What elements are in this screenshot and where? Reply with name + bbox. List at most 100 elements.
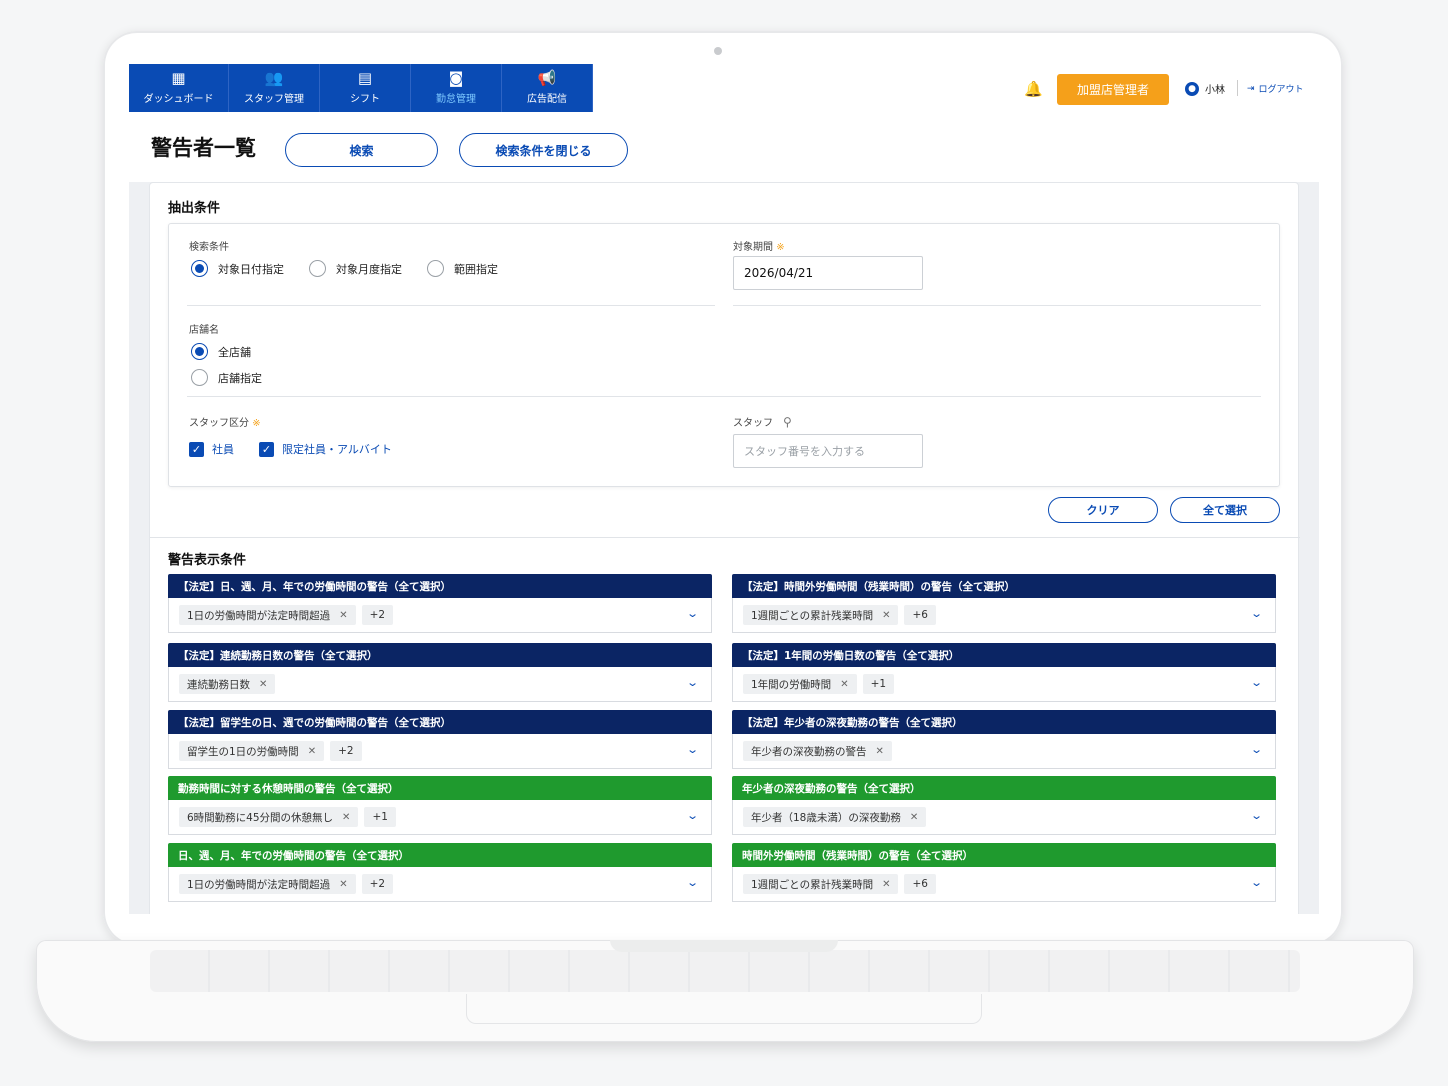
store-label: 店舗名	[189, 325, 219, 336]
chevron-down-icon[interactable]: ⌄	[686, 809, 699, 822]
radio-specific-store[interactable]: 店舗指定	[191, 369, 262, 386]
user-menu[interactable]: ● 小林	[1185, 81, 1225, 96]
remove-chip-icon[interactable]: ✕	[876, 746, 884, 757]
warning-card-header[interactable]: 時間外労働時間（残業時間）の警告（全て選択）	[732, 843, 1276, 867]
warning-select[interactable]: 1日の労働時間が法定時間超過 ✕ +2 ⌄	[168, 867, 712, 902]
radio-all-stores[interactable]: 全店舗	[191, 343, 251, 360]
chip-label: 年少者（18歳未満）の深夜勤務	[751, 811, 901, 824]
warning-card-header[interactable]: 【法定】時間外労働時間（残業時間）の警告（全て選択）	[732, 574, 1276, 598]
user-icon: ●	[1185, 81, 1199, 96]
top-bar: ▦ ダッシュボード 👥 スタッフ管理 ▤ シフト ◙ 勤怠管理 📢 広告配信 🔔…	[129, 64, 1319, 112]
radio-button[interactable]	[427, 260, 444, 277]
warning-card-header[interactable]: 勤務時間に対する休憩時間の警告（全て選択）	[168, 776, 712, 800]
dashboard-icon: ▦	[171, 69, 186, 87]
warning-select[interactable]: 年少者の深夜勤務の警告 ✕ ⌄	[732, 734, 1276, 769]
chevron-down-icon[interactable]: ⌄	[686, 743, 699, 756]
warning-select[interactable]: 1週間ごとの累計残業時間 ✕ +6 ⌄	[732, 598, 1276, 633]
warning-select[interactable]: 1日の労働時間が法定時間超過 ✕ +2 ⌄	[168, 598, 712, 633]
role-button[interactable]: 加盟店管理者	[1057, 74, 1169, 105]
warning-card: 日、週、月、年での労働時間の警告（全て選択） 1日の労働時間が法定時間超過 ✕ +…	[168, 843, 712, 902]
warning-card: 【法定】1年間の労働日数の警告（全て選択） 1年間の労働時間 ✕ +1 ⌄	[732, 643, 1276, 702]
clear-button[interactable]: クリア	[1048, 497, 1158, 523]
logout-label: ログアウト	[1258, 85, 1304, 95]
remove-chip-icon[interactable]: ✕	[882, 879, 890, 890]
nav-item-label: スタッフ管理	[244, 94, 304, 105]
warning-card-header[interactable]: 【法定】年少者の深夜勤務の警告（全て選択）	[732, 710, 1276, 734]
chevron-down-icon[interactable]: ⌄	[1250, 809, 1263, 822]
more-count-chip: +2	[361, 605, 394, 625]
required-mark: ※	[252, 418, 261, 429]
warning-select[interactable]: 1週間ごとの累計残業時間 ✕ +6 ⌄	[732, 867, 1276, 902]
warning-card-header[interactable]: 【法定】1年間の労働日数の警告（全て選択）	[732, 643, 1276, 667]
chevron-down-icon[interactable]: ⌄	[1250, 743, 1263, 756]
remove-chip-icon[interactable]: ✕	[840, 679, 848, 690]
divider	[1237, 80, 1238, 96]
chevron-down-icon[interactable]: ⌄	[1250, 607, 1263, 620]
remove-chip-icon[interactable]: ✕	[882, 610, 890, 621]
nav-item-shift[interactable]: ▤ シフト	[320, 64, 411, 112]
chevron-down-icon[interactable]: ⌄	[1250, 676, 1263, 689]
divider	[150, 537, 1300, 538]
radio-month[interactable]: 対象月度指定	[309, 260, 402, 277]
warning-select[interactable]: 連続勤務日数 ✕ ⌄	[168, 667, 712, 702]
staff-label-text: スタッフ	[733, 418, 773, 429]
radio-date[interactable]: 対象日付指定	[191, 260, 284, 277]
warning-select[interactable]: 6時間勤務に45分間の休憩無し ✕ +1 ⌄	[168, 800, 712, 835]
warning-card-header[interactable]: 【法定】日、週、月、年での労働時間の警告（全て選択）	[168, 574, 712, 598]
warning-card: 【法定】時間外労働時間（残業時間）の警告（全て選択） 1週間ごとの累計残業時間 ✕…	[732, 574, 1276, 633]
radio-button[interactable]	[191, 260, 208, 277]
checkbox-checked-icon[interactable]: ✓	[189, 441, 204, 457]
chevron-down-icon[interactable]: ⌄	[686, 676, 699, 689]
radio-button[interactable]	[191, 343, 208, 360]
search-icon[interactable]: ⚲	[783, 415, 792, 429]
checkbox-employee[interactable]: ✓ 社員	[189, 441, 234, 457]
search-button[interactable]: 検索	[285, 133, 438, 167]
close-conditions-button[interactable]: 検索条件を閉じる	[459, 133, 628, 167]
warning-card: 【法定】留学生の日、週での労働時間の警告（全て選択） 留学生の1日の労働時間 ✕ …	[168, 710, 712, 769]
divider	[187, 305, 715, 306]
warning-card-header[interactable]: 【法定】留学生の日、週での労働時間の警告（全て選択）	[168, 710, 712, 734]
staff-number-input[interactable]: スタッフ番号を入力する	[733, 434, 923, 468]
warning-select[interactable]: 留学生の1日の労働時間 ✕ +2 ⌄	[168, 734, 712, 769]
chip-label: 1年間の労働時間	[751, 678, 832, 691]
warning-card: 勤務時間に対する休憩時間の警告（全て選択） 6時間勤務に45分間の休憩無し ✕ +…	[168, 776, 712, 835]
radio-label: 範囲指定	[454, 262, 498, 276]
required-mark: ※	[776, 242, 785, 253]
chevron-down-icon[interactable]: ⌄	[686, 876, 699, 889]
warning-select[interactable]: 年少者（18歳未満）の深夜勤務 ✕ ⌄	[732, 800, 1276, 835]
selected-chip: 留学生の1日の労働時間 ✕	[179, 741, 325, 761]
logout-link[interactable]: ⇥ ログアウト	[1247, 82, 1304, 96]
radio-range[interactable]: 範囲指定	[427, 260, 498, 277]
app-screen: ▦ ダッシュボード 👥 スタッフ管理 ▤ シフト ◙ 勤怠管理 📢 広告配信 🔔…	[129, 64, 1319, 914]
nav-item-ads[interactable]: 📢 広告配信	[502, 64, 593, 112]
warning-card-header[interactable]: 【法定】連続勤務日数の警告（全て選択）	[168, 643, 712, 667]
radio-label: 対象月度指定	[336, 262, 402, 276]
nav-item-label: 勤怠管理	[436, 94, 476, 105]
selected-chip: 1週間ごとの累計残業時間 ✕	[743, 605, 899, 625]
period-date-input[interactable]: 2026/04/21	[733, 256, 923, 290]
radio-button[interactable]	[191, 369, 208, 386]
chevron-down-icon[interactable]: ⌄	[686, 607, 699, 620]
remove-chip-icon[interactable]: ✕	[910, 812, 918, 823]
select-all-button[interactable]: 全て選択	[1170, 497, 1280, 523]
chevron-down-icon[interactable]: ⌄	[1250, 876, 1263, 889]
remove-chip-icon[interactable]: ✕	[339, 610, 347, 621]
checkbox-part-time[interactable]: ✓ 限定社員・アルバイト	[259, 441, 392, 457]
checkbox-checked-icon[interactable]: ✓	[259, 441, 274, 457]
nav-item-attendance[interactable]: ◙ 勤怠管理	[411, 64, 502, 112]
staff-type-label-text: スタッフ区分	[189, 418, 249, 429]
remove-chip-icon[interactable]: ✕	[308, 746, 316, 757]
warning-card-header[interactable]: 日、週、月、年での労働時間の警告（全て選択）	[168, 843, 712, 867]
bell-icon[interactable]: 🔔	[1024, 80, 1043, 98]
remove-chip-icon[interactable]: ✕	[339, 879, 347, 890]
warning-card-header[interactable]: 年少者の深夜勤務の警告（全て選択）	[732, 776, 1276, 800]
staff-label: スタッフ ⚲	[733, 414, 792, 430]
warning-select[interactable]: 1年間の労働時間 ✕ +1 ⌄	[732, 667, 1276, 702]
nav-item-staff[interactable]: 👥 スタッフ管理	[229, 64, 320, 112]
more-count-chip: +6	[904, 605, 936, 625]
nav-item-label: ダッシュボード	[143, 94, 214, 105]
remove-chip-icon[interactable]: ✕	[342, 812, 350, 823]
remove-chip-icon[interactable]: ✕	[259, 679, 267, 690]
nav-item-dashboard[interactable]: ▦ ダッシュボード	[129, 64, 229, 112]
radio-button[interactable]	[309, 260, 326, 277]
